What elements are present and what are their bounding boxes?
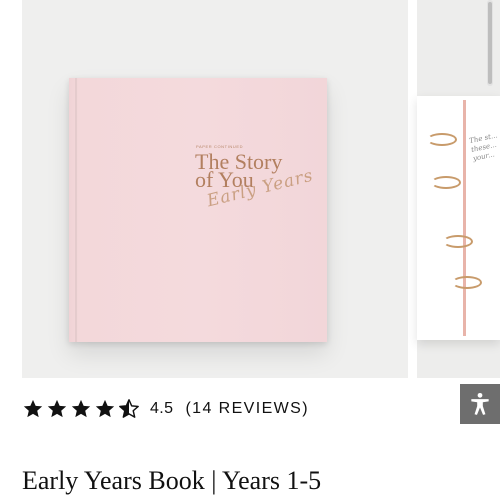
rating-value: 4.5 bbox=[150, 400, 174, 417]
binder-ring-icon bbox=[431, 176, 461, 189]
product-image-gallery[interactable]: PAPER CONTINUED The Story of You Early Y… bbox=[0, 0, 500, 380]
gallery-scrollbar-thumb[interactable] bbox=[488, 2, 492, 84]
handwritten-note-text: The st... these... your... bbox=[468, 131, 499, 163]
star-full-icon bbox=[23, 399, 43, 418]
book-cover-image: PAPER CONTINUED The Story of You Early Y… bbox=[69, 78, 327, 342]
reviews-count-link[interactable]: (14 REVIEWS) bbox=[185, 400, 309, 418]
star-full-icon bbox=[71, 399, 91, 418]
page-edge-decoration bbox=[463, 100, 466, 336]
rating-stars bbox=[22, 398, 140, 420]
product-image-main[interactable]: PAPER CONTINUED The Story of You Early Y… bbox=[22, 0, 408, 378]
star-full-icon bbox=[95, 399, 115, 418]
product-rating[interactable]: 4.5 (14 REVIEWS) bbox=[22, 396, 309, 422]
star-half-icon bbox=[119, 399, 139, 418]
accessibility-button[interactable] bbox=[460, 384, 500, 424]
star-full-icon bbox=[47, 399, 67, 418]
binder-ring-icon bbox=[427, 133, 457, 146]
binder-ring-icon bbox=[452, 276, 482, 289]
binder-ring-icon bbox=[443, 235, 473, 248]
accessibility-person-icon bbox=[471, 392, 489, 415]
product-title: Early Years Book | Years 1-5 bbox=[22, 466, 322, 495]
